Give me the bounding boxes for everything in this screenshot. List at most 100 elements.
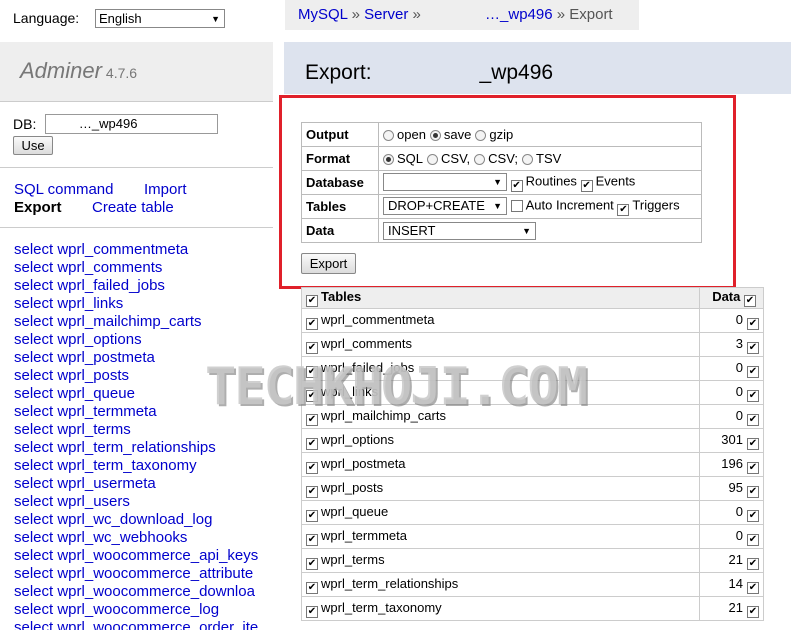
data-checkbox[interactable]: ✔ xyxy=(747,389,759,402)
select-all-tables-checkbox[interactable]: ✔ xyxy=(306,295,318,307)
row-count-cell: 0 ✔ xyxy=(699,356,764,381)
row-count-cell: 196 ✔ xyxy=(699,452,764,477)
highlight-box xyxy=(279,95,736,289)
logo-version: 4.7.6 xyxy=(105,65,138,81)
breadcrumb-sep: » xyxy=(556,6,566,23)
select-table-link[interactable]: select wprl_queue xyxy=(14,385,258,403)
table-checkbox[interactable]: ✔ xyxy=(306,317,318,330)
select-table-link[interactable]: select wprl_termmeta xyxy=(14,403,258,421)
select-table-link[interactable]: select wprl_woocommerce_api_keys xyxy=(14,547,258,565)
breadcrumb-db[interactable]: …_wp496 xyxy=(485,6,553,23)
table-checkbox[interactable]: ✔ xyxy=(306,557,318,570)
select-table-link[interactable]: select wprl_terms xyxy=(14,421,258,439)
breadcrumb-sep: » xyxy=(351,6,360,23)
data-checkbox[interactable]: ✔ xyxy=(747,341,759,354)
table-row: ✔ wprl_posts 95 ✔ xyxy=(301,476,764,501)
select-table-link[interactable]: select wprl_links xyxy=(14,295,258,313)
table-name-cell: ✔ wprl_terms xyxy=(301,548,700,573)
table-checkbox[interactable]: ✔ xyxy=(306,413,318,426)
data-checkbox[interactable]: ✔ xyxy=(747,581,759,594)
data-checkbox[interactable]: ✔ xyxy=(747,605,759,618)
select-table-link[interactable]: select wprl_posts xyxy=(14,367,258,385)
table-name: wprl_term_relationships xyxy=(321,575,459,591)
select-table-link[interactable]: select wprl_woocommerce_order_ite xyxy=(14,619,258,630)
chevron-down-icon: ▼ xyxy=(211,14,220,24)
use-button[interactable]: Use xyxy=(13,136,53,155)
select-table-link[interactable]: select wprl_failed_jobs xyxy=(14,277,258,295)
table-checkbox[interactable]: ✔ xyxy=(306,485,318,498)
table-checkbox[interactable]: ✔ xyxy=(306,389,318,402)
table-name-cell: ✔ wprl_postmeta xyxy=(301,452,700,477)
data-header: Data ✔ xyxy=(699,287,764,309)
data-checkbox[interactable]: ✔ xyxy=(747,557,759,570)
create-table-link[interactable]: Create table xyxy=(92,199,174,216)
logo-bar: Adminer 4.7.6 xyxy=(0,42,273,102)
table-checkbox[interactable]: ✔ xyxy=(306,341,318,354)
table-checkbox[interactable]: ✔ xyxy=(306,533,318,546)
breadcrumb-mysql[interactable]: MySQL xyxy=(298,6,347,23)
table-row: ✔ wprl_terms 21 ✔ xyxy=(301,548,764,573)
select-table-link[interactable]: select wprl_users xyxy=(14,493,258,511)
data-checkbox[interactable]: ✔ xyxy=(747,533,759,546)
table-checkbox[interactable]: ✔ xyxy=(306,437,318,450)
select-table-link[interactable]: select wprl_wc_download_log xyxy=(14,511,258,529)
select-table-link[interactable]: select wprl_postmeta xyxy=(14,349,258,367)
data-checkbox[interactable]: ✔ xyxy=(747,461,759,474)
row-count: 3 xyxy=(735,335,743,351)
row-count: 21 xyxy=(728,551,743,567)
language-label: Language: xyxy=(13,10,80,26)
table-checkbox[interactable]: ✔ xyxy=(306,581,318,594)
row-count: 0 xyxy=(735,503,743,519)
select-table-link[interactable]: select wprl_woocommerce_log xyxy=(14,601,258,619)
data-checkbox[interactable]: ✔ xyxy=(747,365,759,378)
select-table-link[interactable]: select wprl_commentmeta xyxy=(14,241,258,259)
row-count-cell: 21 ✔ xyxy=(699,596,764,621)
breadcrumb: MySQL » Server » …_wp496 » Export xyxy=(285,0,639,30)
table-row: ✔ wprl_comments 3 ✔ xyxy=(301,332,764,357)
breadcrumb-server[interactable]: Server xyxy=(364,6,408,23)
data-checkbox[interactable]: ✔ xyxy=(747,509,759,522)
page-title-db: _wp496 xyxy=(479,61,554,84)
table-name: wprl_commentmeta xyxy=(321,311,435,327)
row-count-cell: 301 ✔ xyxy=(699,428,764,453)
data-checkbox[interactable]: ✔ xyxy=(747,437,759,450)
row-count-cell: 0 ✔ xyxy=(699,380,764,405)
select-table-link[interactable]: select wprl_term_taxonomy xyxy=(14,457,258,475)
table-row: ✔ wprl_mailchimp_carts 0 ✔ xyxy=(301,404,764,429)
data-checkbox[interactable]: ✔ xyxy=(747,485,759,498)
table-name-cell: ✔ wprl_term_relationships xyxy=(301,572,700,597)
row-count: 14 xyxy=(728,575,743,591)
table-checkbox[interactable]: ✔ xyxy=(306,461,318,474)
select-table-link[interactable]: select wprl_woocommerce_attribute xyxy=(14,565,258,583)
sql-command-link[interactable]: SQL command xyxy=(14,181,114,198)
select-table-link[interactable]: select wprl_mailchimp_carts xyxy=(14,313,258,331)
export-link[interactable]: Export xyxy=(14,199,62,216)
language-select[interactable]: English ▼ xyxy=(95,9,225,28)
table-name-cell: ✔ wprl_mailchimp_carts xyxy=(301,404,700,429)
table-name: wprl_failed_jobs xyxy=(321,359,415,375)
import-link[interactable]: Import xyxy=(144,181,187,198)
row-count-cell: 0 ✔ xyxy=(699,308,764,333)
language-value: English xyxy=(99,11,142,26)
table-name: wprl_options xyxy=(321,431,394,447)
select-table-link[interactable]: select wprl_wc_webhooks xyxy=(14,529,258,547)
table-row: ✔ wprl_queue 0 ✔ xyxy=(301,500,764,525)
select-all-data-checkbox[interactable]: ✔ xyxy=(744,295,756,307)
select-table-link[interactable]: select wprl_term_relationships xyxy=(14,439,258,457)
table-checkbox[interactable]: ✔ xyxy=(306,509,318,522)
table-checkbox[interactable]: ✔ xyxy=(306,605,318,618)
row-count: 95 xyxy=(728,479,743,495)
data-checkbox[interactable]: ✔ xyxy=(747,317,759,330)
table-name: wprl_postmeta xyxy=(321,455,406,471)
adminer-logo[interactable]: Adminer 4.7.6 xyxy=(20,58,137,84)
select-table-link[interactable]: select wprl_comments xyxy=(14,259,258,277)
select-table-link[interactable]: select wprl_woocommerce_downloa xyxy=(14,583,258,601)
table-checkbox[interactable]: ✔ xyxy=(306,365,318,378)
row-count-cell: 14 ✔ xyxy=(699,572,764,597)
db-input[interactable]: …_wp496 xyxy=(45,114,218,134)
select-table-link[interactable]: select wprl_usermeta xyxy=(14,475,258,493)
select-table-link[interactable]: select wprl_options xyxy=(14,331,258,349)
table-name-cell: ✔ wprl_commentmeta xyxy=(301,308,700,333)
data-checkbox[interactable]: ✔ xyxy=(747,413,759,426)
table-name: wprl_term_taxonomy xyxy=(321,599,442,615)
